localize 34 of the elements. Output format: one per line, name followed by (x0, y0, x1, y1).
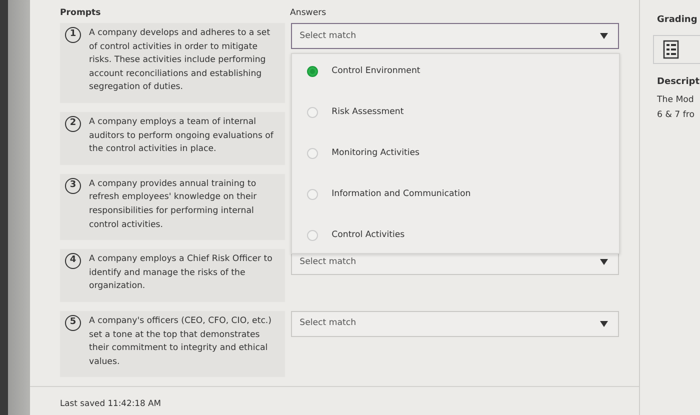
select-dropdown[interactable]: Select match (290, 310, 619, 337)
grading-button[interactable] (653, 34, 700, 64)
prompts-heading: Prompts (60, 6, 102, 20)
radio-button[interactable] (306, 230, 318, 241)
number-badge: 4 (65, 253, 81, 270)
dropdown-option[interactable]: Information and Communication (306, 185, 619, 204)
number-badge: 2 (65, 116, 81, 132)
caret-icon (600, 320, 608, 327)
prompt-text: A company's officers (CEO, CFO, CIO, etc.) set a tone at the top that demonstrates their commitment to integrity and ethical values. (89, 314, 273, 369)
prompt-text: A company employs a Chief Risk Officer to identify and manage the risks of the organization. (89, 253, 274, 294)
caret-icon (600, 259, 608, 266)
number-badge: 5 (65, 314, 81, 331)
grading-heading: Grading (657, 14, 698, 27)
number-badge: 3 (65, 178, 81, 194)
number-badge: 1 (65, 27, 81, 43)
caret-icon (600, 33, 608, 39)
radio-button[interactable] (306, 189, 318, 200)
description-heading: Descript (657, 76, 700, 88)
dropdown-option[interactable]: Risk Assessment (306, 103, 619, 122)
dropdown-option[interactable]: Monitoring Activities (306, 144, 619, 163)
dropdown-option[interactable]: Control Environment (306, 62, 619, 81)
radio-button[interactable] (306, 148, 318, 159)
answers-heading: Answers (290, 6, 326, 20)
radio-button[interactable] (306, 66, 318, 77)
prompt-text: A company employs a team of internal auditors to perform ongoing evaluations of the control activities in place. (89, 116, 274, 156)
dropdown-option[interactable]: Control Activities (306, 226, 619, 245)
radio-button[interactable] (306, 107, 318, 118)
select-dropdown[interactable]: Select match (290, 23, 619, 49)
prompt-text: A company provides annual training to refresh employees' knowledge on their responsibilities for performing internal control activities. (89, 178, 258, 232)
last-saved-text: Last saved 11:42:18 AM (60, 398, 161, 408)
description-text: 6 & 7 fro (657, 109, 696, 122)
description-text: The Mod (657, 94, 695, 107)
prompt-text: A company develops and adheres to a set of control activities in order to mitigate risks. These activities include performing account reconciliations and establishing segregation of duties. (89, 27, 272, 94)
rubric-icon (663, 40, 679, 58)
